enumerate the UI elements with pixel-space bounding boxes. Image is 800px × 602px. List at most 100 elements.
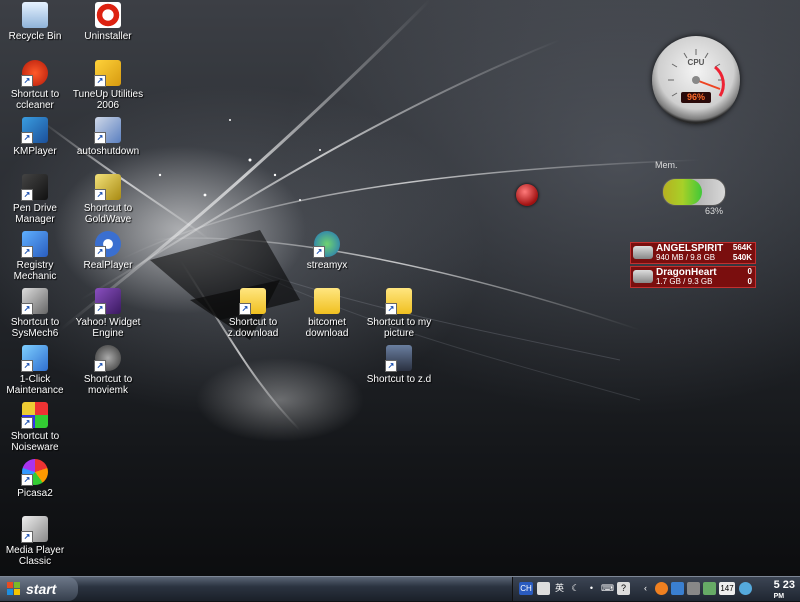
noiseware-glyph: ↗ bbox=[21, 402, 48, 429]
language-indicator[interactable]: CH bbox=[519, 582, 533, 595]
ime-grid-icon[interactable] bbox=[537, 582, 550, 595]
ccleaner-glyph: ↗ bbox=[21, 60, 48, 87]
tuneup-utilities-icon[interactable]: ↗ TuneUp Utilities 2006 bbox=[71, 60, 145, 111]
ccleaner-shortcut-icon[interactable]: ↗ Shortcut to ccleaner bbox=[0, 60, 72, 111]
streamyx-icon[interactable]: ↗ streamyx bbox=[290, 231, 364, 271]
drive-rate-read: 0 bbox=[747, 267, 752, 276]
moon-icon[interactable]: ☾ bbox=[569, 582, 582, 595]
recycle-bin-icon[interactable]: Recycle Bin bbox=[0, 2, 72, 42]
dot-icon[interactable]: • bbox=[585, 582, 598, 595]
drive-gadget-angelspirit[interactable]: ANGELSPIRIT 940 MB / 9.8 GB 564K 540K bbox=[630, 242, 756, 264]
icon-label: Shortcut to my picture bbox=[366, 317, 432, 339]
sysmech6-shortcut-icon[interactable]: ↗ Shortcut to SysMech6 bbox=[0, 288, 72, 339]
uninstaller-icon[interactable]: Uninstaller bbox=[71, 2, 145, 42]
keyboard-icon[interactable]: ⌨ bbox=[601, 582, 614, 595]
cpu-value: 96% bbox=[681, 92, 711, 103]
tray-expand-chevron-icon[interactable]: ‹ bbox=[639, 582, 652, 595]
orange-app-icon[interactable] bbox=[655, 582, 668, 595]
security-icon[interactable] bbox=[703, 582, 716, 595]
icon-label: TuneUp Utilities 2006 bbox=[72, 89, 144, 111]
recycle-bin-glyph bbox=[22, 2, 48, 28]
icon-label: Shortcut to z.d bbox=[366, 374, 432, 385]
zdownload-shortcut-icon[interactable]: ↗ Shortcut to z.download bbox=[216, 288, 290, 339]
memory-gadget[interactable]: Mem. 63% bbox=[650, 158, 750, 218]
picasa-glyph: ↗ bbox=[21, 459, 48, 486]
gauge-dial bbox=[668, 49, 725, 97]
icon-label: RealPlayer bbox=[83, 260, 133, 271]
memory-percent: 63% bbox=[705, 206, 724, 216]
folder-icon: ↗ bbox=[385, 288, 412, 315]
pen-drive-glyph: ↗ bbox=[21, 174, 48, 201]
ime-mode-indicator[interactable]: 英 bbox=[553, 582, 566, 595]
drive-gadget-dragonheart[interactable]: DragonHeart 1.7 GB / 9.3 GB 0 0 bbox=[630, 266, 756, 288]
tuneup-glyph: ↗ bbox=[94, 60, 121, 87]
clock[interactable]: 5 23 PM bbox=[774, 580, 795, 602]
icon-label: bitcomet download bbox=[305, 317, 349, 339]
yahoo-widget-engine-icon[interactable]: ↗ Yahoo! Widget Engine bbox=[71, 288, 145, 339]
noiseware-shortcut-icon[interactable]: ↗ Shortcut to Noiseware bbox=[0, 402, 72, 453]
registry-mechanic-glyph: ↗ bbox=[21, 231, 48, 258]
icon-label: autoshutdown bbox=[76, 146, 140, 157]
maintenance-glyph: ↗ bbox=[21, 345, 48, 372]
drive-size: 1.7 GB / 9.3 GB bbox=[656, 277, 713, 286]
cpu-gauge-gadget[interactable]: CPU 96% bbox=[652, 36, 740, 124]
moviemk-shortcut-icon[interactable]: ↗ Shortcut to moviemk bbox=[71, 345, 145, 396]
icon-label: Media Player Classic bbox=[5, 545, 65, 567]
photo-thumbnail-icon: ↗ bbox=[385, 345, 412, 372]
start-label: start bbox=[26, 581, 57, 597]
cpu-label: CPU bbox=[687, 58, 705, 67]
media-player-classic-icon[interactable]: ↗ Media Player Classic bbox=[0, 516, 72, 567]
icon-label: 1-Click Maintenance bbox=[6, 374, 64, 396]
my-picture-shortcut-icon[interactable]: ↗ Shortcut to my picture bbox=[362, 288, 436, 339]
clock-ampm: PM bbox=[773, 593, 785, 600]
pen-drive-manager-icon[interactable]: ↗ Pen Drive Manager bbox=[0, 174, 72, 225]
autoshutdown-icon[interactable]: ↗ autoshutdown bbox=[71, 117, 145, 157]
ladybug-widget-icon[interactable] bbox=[516, 184, 538, 206]
drive-rate-write: 540K bbox=[732, 253, 752, 262]
icon-label: Shortcut to z.download bbox=[227, 317, 279, 339]
realplayer-icon[interactable]: ↗ RealPlayer bbox=[71, 231, 145, 271]
clock-time: 5 23 bbox=[773, 579, 795, 591]
counter-badge[interactable]: 147 bbox=[719, 582, 735, 595]
icon-label: Pen Drive Manager bbox=[13, 203, 57, 225]
folder-icon bbox=[314, 288, 340, 314]
icon-label: Shortcut to GoldWave bbox=[83, 203, 133, 225]
icon-label: Yahoo! Widget Engine bbox=[75, 317, 141, 339]
registry-mechanic-icon[interactable]: ↗ Registry Mechanic bbox=[0, 231, 72, 282]
icon-label: streamyx bbox=[306, 260, 348, 271]
icon-label: Shortcut to ccleaner bbox=[10, 89, 60, 111]
icon-label: KMPlayer bbox=[13, 146, 57, 157]
streamyx-glyph: ↗ bbox=[313, 231, 340, 258]
uninstaller-glyph bbox=[95, 2, 121, 28]
memory-fill-bar bbox=[663, 179, 703, 205]
network-icon[interactable] bbox=[671, 582, 684, 595]
icon-label: Shortcut to SysMech6 bbox=[10, 317, 60, 339]
icon-label: Shortcut to moviemk bbox=[83, 374, 133, 396]
memory-label: Mem. bbox=[655, 160, 678, 170]
icon-label: Shortcut to Noiseware bbox=[10, 431, 60, 453]
icon-label: Recycle Bin bbox=[8, 31, 62, 42]
goldwave-shortcut-icon[interactable]: ↗ Shortcut to GoldWave bbox=[71, 174, 145, 225]
windows-logo-icon bbox=[7, 582, 20, 595]
hard-disk-icon bbox=[633, 246, 653, 259]
kmplayer-icon[interactable]: ↗ KMPlayer bbox=[0, 117, 72, 157]
messenger-icon[interactable] bbox=[739, 582, 752, 595]
picasa2-icon[interactable]: ↗ Picasa2 bbox=[0, 459, 72, 499]
kmplayer-glyph: ↗ bbox=[21, 117, 48, 144]
drive-rate-write: 0 bbox=[747, 277, 752, 286]
sysmech-glyph: ↗ bbox=[21, 288, 48, 315]
memory-battery-icon bbox=[662, 178, 726, 206]
start-button[interactable]: start bbox=[0, 577, 78, 601]
media-player-glyph: ↗ bbox=[21, 516, 48, 543]
icon-label: Registry Mechanic bbox=[13, 260, 57, 282]
zd-shortcut-icon[interactable]: ↗ Shortcut to z.d bbox=[362, 345, 436, 385]
yahoo-widget-glyph: ↗ bbox=[94, 288, 121, 315]
realplayer-glyph: ↗ bbox=[94, 231, 121, 258]
drive-size: 940 MB / 9.8 GB bbox=[656, 253, 716, 262]
one-click-maintenance-icon[interactable]: ↗ 1-Click Maintenance bbox=[0, 345, 72, 396]
bitcomet-download-folder[interactable]: bitcomet download bbox=[290, 288, 364, 339]
autoshutdown-glyph: ↗ bbox=[94, 117, 121, 144]
hard-disk-icon bbox=[633, 270, 653, 283]
help-icon[interactable]: ? bbox=[617, 582, 630, 595]
monitor-icon[interactable] bbox=[687, 582, 700, 595]
